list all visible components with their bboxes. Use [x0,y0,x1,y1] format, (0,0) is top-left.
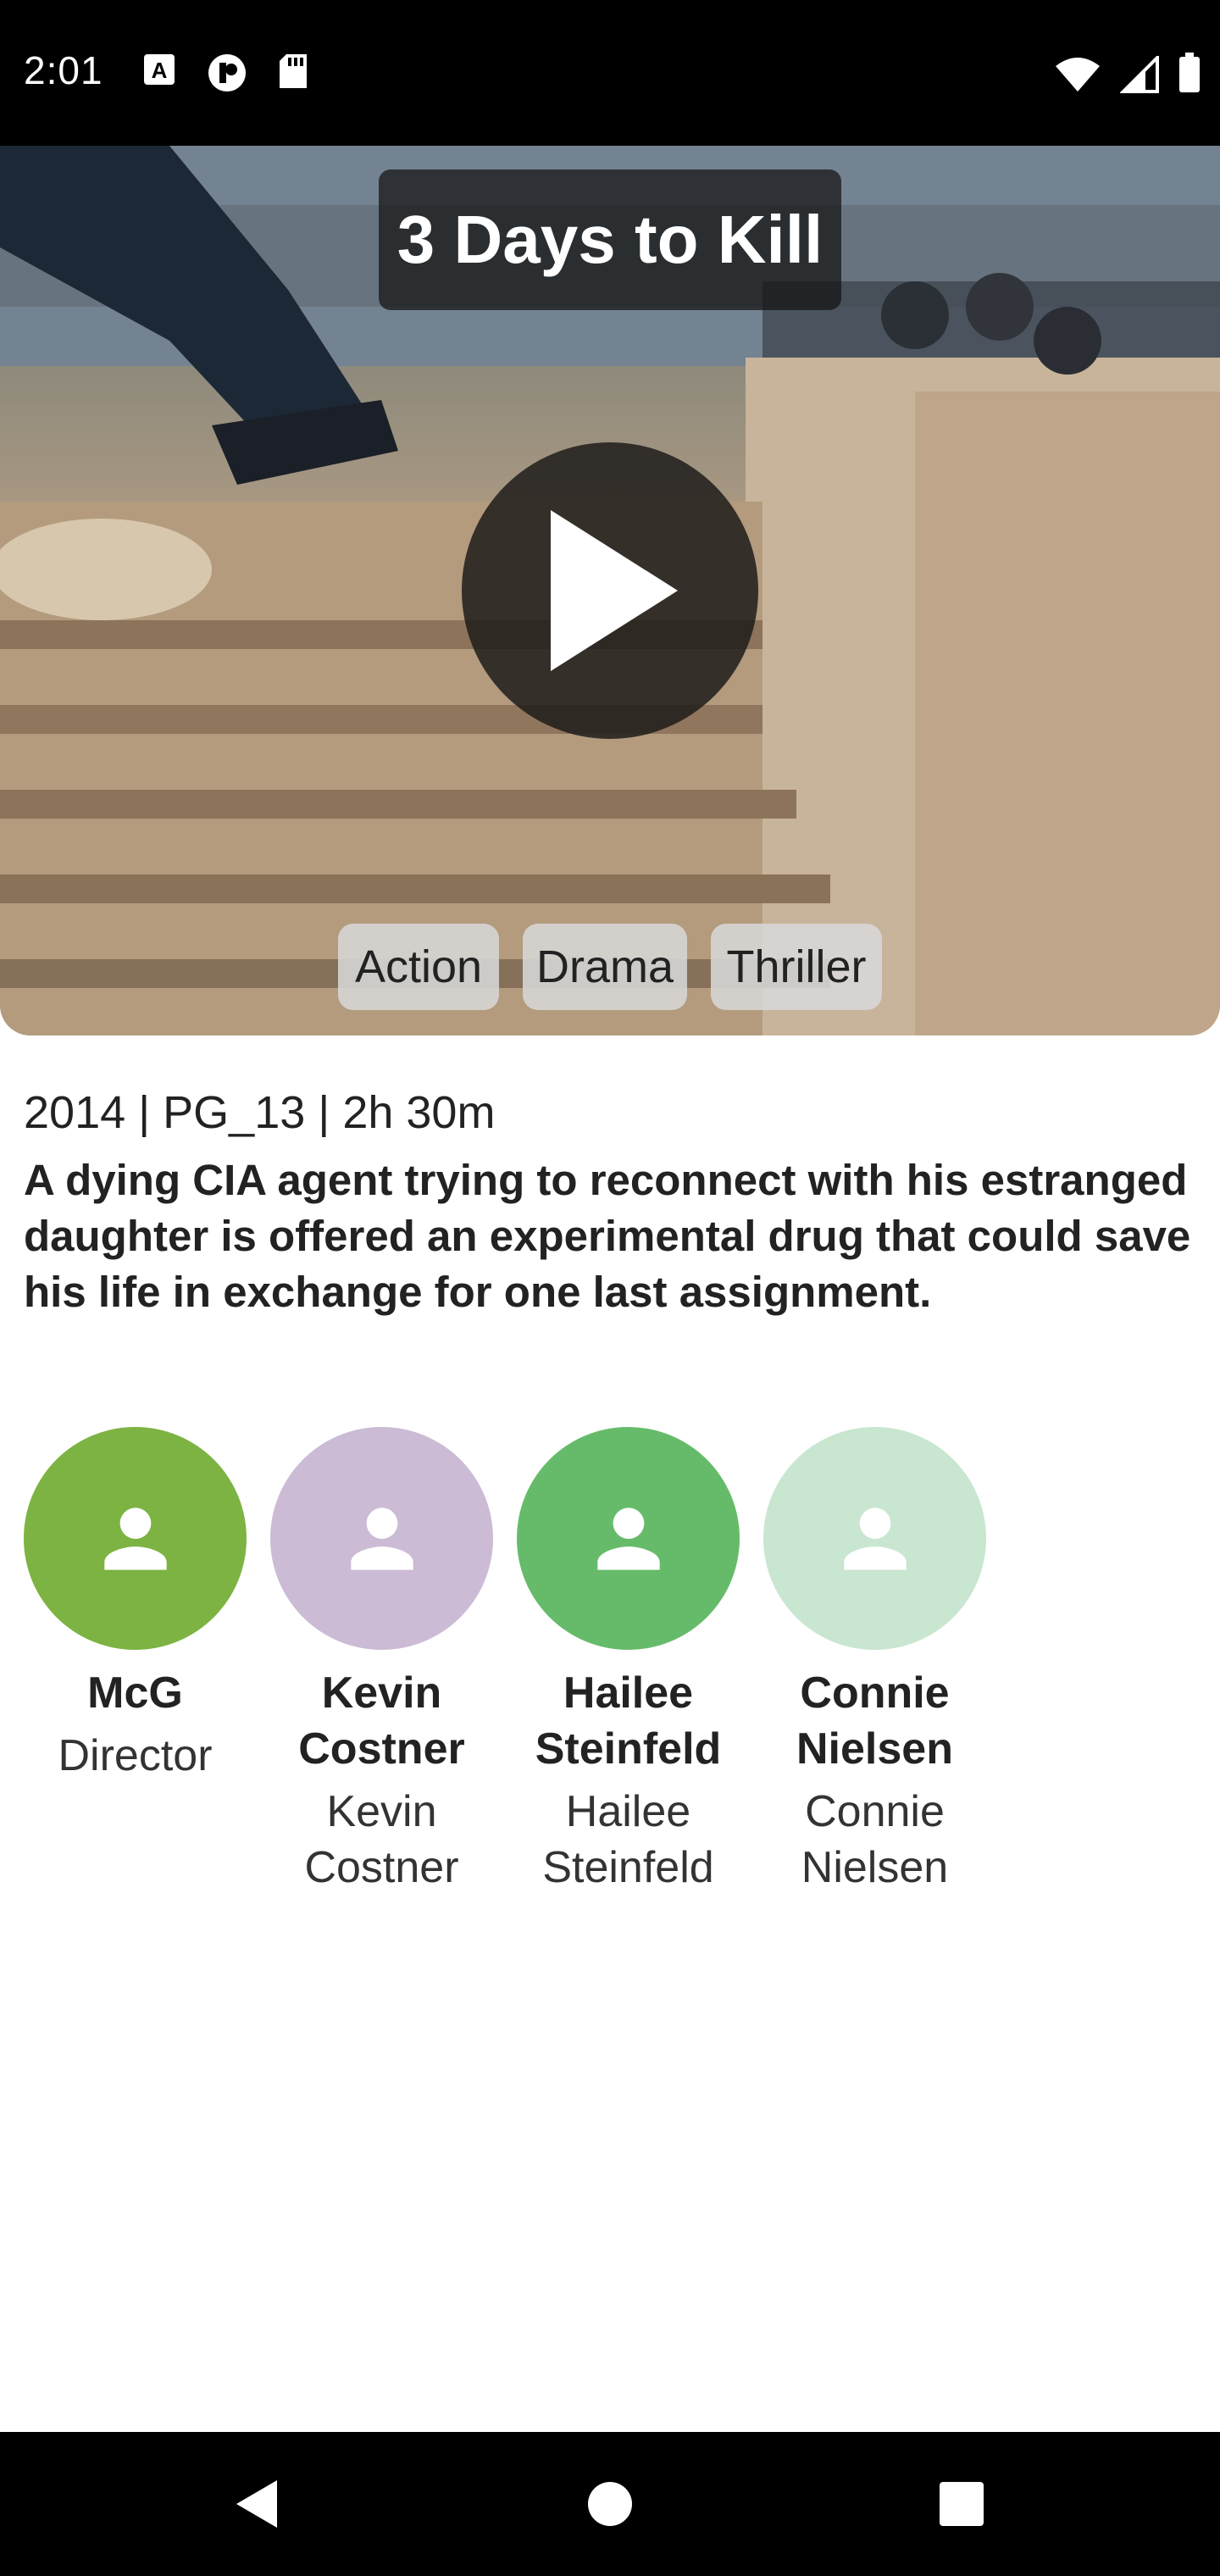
cell-signal-icon [1120,56,1159,93]
genre-chip[interactable]: Drama [523,924,687,1010]
person-role: Connie Nielsen [801,1787,949,1892]
back-button[interactable] [219,2466,295,2542]
genre-chip[interactable]: Action [338,924,499,1010]
play-button[interactable] [462,442,758,739]
avatar [517,1427,740,1650]
person-icon [843,1507,907,1570]
person-role: Director [58,1731,213,1780]
movie-synopsis: A dying CIA agent trying to reconnect wi… [24,1156,1191,1316]
person-icon [596,1507,660,1570]
home-icon [588,2482,632,2526]
recents-icon [940,2482,984,2526]
back-icon [236,2480,277,2528]
person-card[interactable]: Connie Nielsen Connie Nielsen [763,1427,986,1896]
movie-hero: 3 Days to Kill Action Drama Thriller [0,146,1220,1035]
person-name: Hailee Steinfeld [535,1668,722,1774]
person-icon [350,1507,413,1570]
avatar [270,1427,493,1650]
status-bar: 2:01 A [0,0,1220,146]
person-card[interactable]: Hailee Steinfeld Hailee Steinfeld [517,1427,740,1896]
navigation-bar [0,2432,1220,2576]
avatar [24,1427,247,1650]
avatar [763,1427,986,1650]
wifi-icon [1056,58,1100,92]
status-time: 2:01 [24,48,103,92]
person-card[interactable]: McG Director [24,1427,247,1896]
sd-card-icon [280,54,307,88]
person-name: Kevin Costner [298,1668,465,1774]
cast-crew-list: McG Director Kevin Costner Kevin Costner… [24,1427,986,1896]
podcast-icon [208,54,246,92]
person-name: Connie Nielsen [796,1668,953,1774]
recents-button[interactable] [923,2466,1000,2542]
title-banner: 3 Days to Kill [379,169,841,310]
movie-title: 3 Days to Kill [396,202,824,277]
svg-text:A: A [152,58,168,83]
genre-chip[interactable]: Thriller [711,924,882,1010]
person-name: McG [87,1668,183,1718]
movie-meta: 2014 | PG_13 | 2h 30m [24,1087,496,1138]
genre-list: Action Drama Thriller [0,924,1220,1010]
play-icon [551,510,678,671]
person-role: Hailee Steinfeld [542,1787,714,1892]
home-button[interactable] [572,2466,648,2542]
person-role: Kevin Costner [304,1787,459,1892]
person-card[interactable]: Kevin Costner Kevin Costner [270,1427,493,1896]
a-text-icon: A [144,54,175,85]
person-icon [103,1507,167,1570]
battery-icon [1179,53,1200,92]
